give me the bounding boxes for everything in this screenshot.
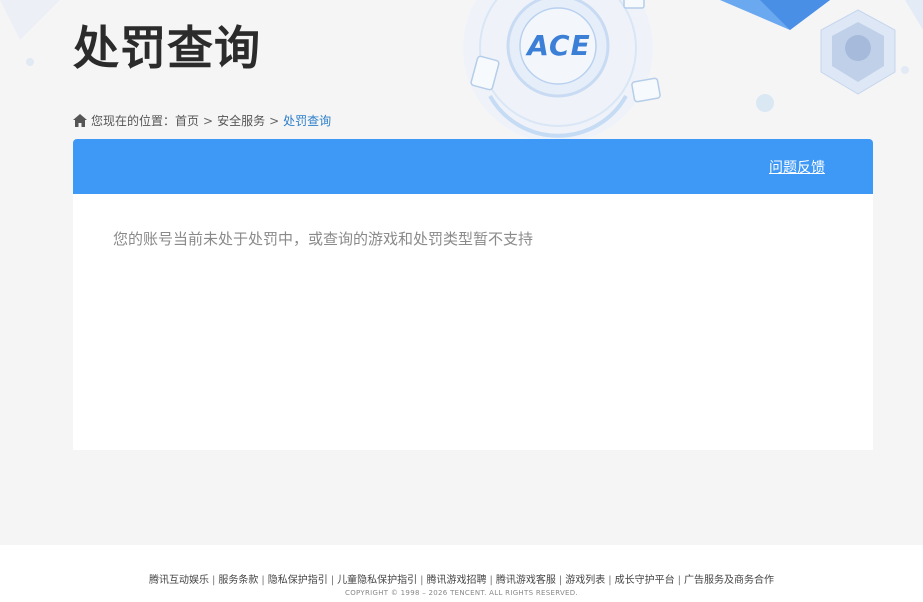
footer-link-game-list[interactable]: 游戏列表 [565, 575, 605, 586]
breadcrumb-prefix: 您现在的位置： [91, 114, 176, 128]
footer-link-ads-business[interactable]: 广告服务及商务合作 [684, 575, 774, 586]
footer-separator: | [261, 575, 265, 586]
page-title: 处罚查询 [73, 21, 261, 75]
breadcrumb: 您现在的位置： 首页 > 安全服务 > 处罚查询 [73, 112, 331, 129]
footer-links: 腾讯互动娱乐 | 服务条款 | 隐私保护指引 | 儿童隐私保护指引 | 腾讯游戏招聘 | 腾讯游戏客… [0, 571, 923, 586]
footer-separator: | [330, 575, 335, 586]
footer-link-privacy[interactable]: 隐私保护指引 [268, 575, 328, 586]
panel-header: 问题反馈 [73, 139, 873, 194]
breadcrumb-current: 处罚查询 [283, 114, 332, 128]
breadcrumb-separator: > [203, 113, 214, 128]
result-panel: 问题反馈 您的账号当前未处于处罚中，或查询的游戏和处罚类型暂不支持 [73, 139, 873, 450]
copyright: COPYRIGHT © 1998 – 2026 TENCENT. ALL RIG… [345, 589, 578, 597]
result-message: 您的账号当前未处于处罚中，或查询的游戏和处罚类型暂不支持 [113, 230, 534, 248]
feedback-link[interactable]: 问题反馈 [769, 157, 825, 177]
footer-link-growth-guard[interactable]: 成长守护平台 [615, 575, 675, 586]
footer-separator: | [212, 575, 216, 586]
footer: 腾讯互动娱乐 | 服务条款 | 隐私保护指引 | 儿童隐私保护指引 | 腾讯游戏招聘 | 腾讯游戏客… [0, 545, 923, 602]
footer-link-jobs[interactable]: 腾讯游戏招聘 [427, 575, 487, 586]
footer-separator: | [420, 575, 424, 586]
footer-link-child-privacy[interactable]: 儿童隐私保护指引 [337, 575, 417, 586]
footer-separator: | [489, 575, 493, 586]
breadcrumb-home-link[interactable]: 首页 [175, 112, 199, 129]
footer-separator: | [558, 575, 563, 586]
home-icon [73, 114, 87, 127]
ace-logo-text: ACE [527, 29, 591, 62]
footer-separator: | [608, 575, 612, 586]
footer-link-interactive-entertainment[interactable]: 腾讯互动娱乐 [149, 575, 209, 586]
ace-logo: ACE [527, 29, 591, 63]
footer-separator: | [677, 575, 681, 586]
footer-link-support[interactable]: 腾讯游戏客服 [496, 575, 556, 586]
breadcrumb-separator: > [269, 113, 280, 128]
footer-link-terms[interactable]: 服务条款 [218, 575, 258, 586]
breadcrumb-security-link[interactable]: 安全服务 [217, 112, 265, 129]
